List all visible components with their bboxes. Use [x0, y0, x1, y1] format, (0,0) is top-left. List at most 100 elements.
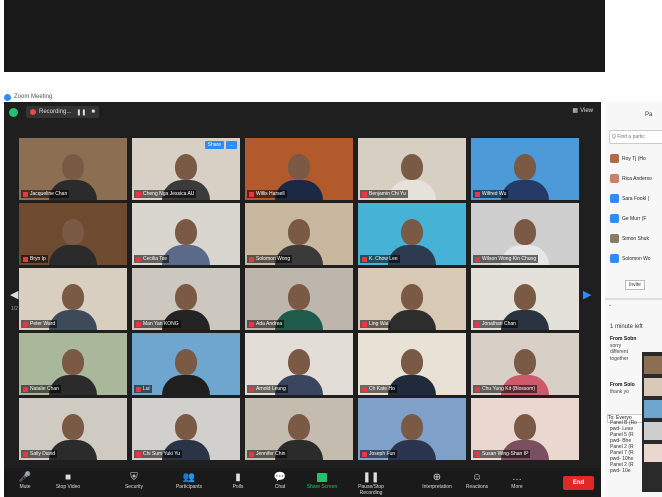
mic-muted-icon	[23, 191, 28, 197]
mic-muted-icon	[23, 321, 28, 327]
toolbar-pause-stop-recordingbutton[interactable]: ❚❚ Pause/Stop Recording	[350, 471, 392, 496]
toolbar-icon-wrap: 💬	[259, 471, 301, 484]
participant-video-tile[interactable]: Cecilia Tse	[132, 203, 240, 265]
participant-video-tile[interactable]: Lui	[132, 333, 240, 395]
participant-video-tile[interactable]: Jonathan Chan	[471, 268, 579, 330]
mic-muted-icon	[23, 451, 28, 457]
participant-video-tile[interactable]: Jennifer Chin	[245, 398, 353, 460]
invite-button[interactable]: Invite	[625, 280, 645, 290]
pause-recording-icon[interactable]: ❚❚	[76, 109, 86, 116]
participant-video-tile[interactable]: Ada Andrea	[245, 268, 353, 330]
end-meeting-button[interactable]: End	[563, 476, 594, 490]
participant-name-label: Jennifer Chin	[247, 450, 288, 458]
toolbar-icon: ❚❚	[362, 472, 380, 483]
participant-list-item[interactable]: Simon Shuk	[610, 232, 662, 245]
tile-share-button[interactable]: Share	[204, 141, 224, 149]
participant-name-label: Willis Harsell	[247, 190, 287, 198]
toolbar-chatbutton[interactable]: 💬 Chat	[259, 471, 301, 490]
chat-sender: From Solo	[610, 382, 635, 388]
toolbar-mutebutton[interactable]: 🎤 Mute	[4, 471, 46, 490]
mic-muted-icon	[362, 451, 367, 457]
toolbar-participantsbutton[interactable]: 👥 Participants	[168, 471, 210, 490]
participant-list-item[interactable]: Ge Murr (F	[610, 212, 662, 225]
participant-video-tile[interactable]: Peter Ward	[19, 268, 127, 330]
next-page-arrow-icon[interactable]: ▶	[583, 288, 591, 301]
panel-divider[interactable]	[605, 298, 662, 300]
participant-name: Wilfred Wu	[482, 191, 507, 197]
toolbar-stop-videobutton[interactable]: ■ Stop Video	[47, 471, 89, 490]
toolbar-icon-wrap: ⊕	[416, 471, 458, 484]
participant-name: Chi Sum Yuki Yu	[143, 451, 181, 457]
participant-name: Solomon Wong	[256, 256, 291, 262]
participant-name: Natalie Chan	[30, 386, 59, 392]
toolbar-icon: 💬	[273, 472, 287, 483]
previous-page-arrow-icon[interactable]: ◀	[10, 288, 18, 301]
participant-name: K. Chow Lee	[369, 256, 398, 262]
participant-video-tile[interactable]: Wilson Wong Kin Chung	[471, 203, 579, 265]
toolbar-interpretationbutton[interactable]: ⊕ Interpretation	[416, 471, 458, 490]
participant-name-label: Susan Wing-Shan IP	[473, 450, 531, 458]
participant-face	[401, 219, 423, 245]
participant-video-tile[interactable]: Ling Wai	[358, 268, 466, 330]
participant-face	[175, 414, 197, 440]
participant-name-label: Chu Yung Kit (Blossom)	[473, 385, 537, 393]
toolbar-icon-wrap: ❚❚	[350, 471, 392, 484]
stop-recording-icon[interactable]: ■	[91, 109, 95, 115]
participant-video-tile[interactable]: Cheng Nga Jessica AU Share…	[132, 138, 240, 200]
participant-list-item[interactable]: Rica Anderso	[610, 172, 662, 185]
participant-video-tile[interactable]: Sally David	[19, 398, 127, 460]
floating-video-preview[interactable]	[642, 352, 662, 492]
participant-list-item[interactable]: Roy Tj (Ho	[610, 152, 662, 165]
participant-face	[401, 284, 423, 310]
participant-video-tile[interactable]: Benjamin Chi Yu	[358, 138, 466, 200]
participant-name-label: Chi Sum Yuki Yu	[134, 450, 183, 458]
tile-more-button[interactable]: …	[226, 141, 237, 149]
toolbar-label: Reactions	[465, 484, 489, 490]
mic-muted-icon	[23, 386, 28, 392]
view-button[interactable]: ▦ View	[572, 107, 593, 115]
mic-muted-icon	[475, 321, 480, 327]
participant-list-item[interactable]: Sara Fookl (	[610, 192, 662, 205]
participant-video-tile[interactable]: Joseph Fun	[358, 398, 466, 460]
toolbar-icon: ■	[64, 472, 72, 483]
participant-video-tile[interactable]: Susan Wing-Shan IP	[471, 398, 579, 460]
participant-video-tile[interactable]: Solomon Wong	[245, 203, 353, 265]
participant-video-tile[interactable]: Man Yan KONG	[132, 268, 240, 330]
participant-video-tile[interactable]: Bryn Ip	[19, 203, 127, 265]
participant-list-item[interactable]: Solomon Wo	[610, 252, 662, 265]
participant-face	[288, 284, 310, 310]
toolbar-icon: ▮	[235, 472, 241, 483]
toolbar-label: Security	[124, 484, 144, 490]
participant-video-tile[interactable]: Ch Kate Ho	[358, 333, 466, 395]
participant-face	[288, 219, 310, 245]
participant-video-tile[interactable]: Natalie Chan	[19, 333, 127, 395]
toolbar-securitybutton[interactable]: ⛨ Security	[113, 471, 155, 490]
toolbar-morebutton[interactable]: … More	[496, 471, 538, 490]
participant-name-label: Bryn Ip	[21, 255, 48, 263]
toolbar-icon-wrap: ■	[47, 471, 89, 484]
participant-list-name: Solomon Wo	[622, 255, 651, 262]
participant-video-tile[interactable]: Chi Sum Yuki Yu	[132, 398, 240, 460]
recording-dot-icon	[30, 109, 36, 115]
participant-name: Man Yan KONG	[143, 321, 179, 327]
participant-video-tile[interactable]: Jacqueline Chan	[19, 138, 127, 200]
participant-name-label: Sally David	[21, 450, 58, 458]
toolbar-pollsbutton[interactable]: ▮ Polls	[217, 471, 259, 490]
participant-name-label: Cheng Nga Jessica AU	[134, 190, 197, 198]
toolbar-label: Share Screen	[306, 484, 338, 490]
toolbar-share-screenbutton[interactable]: Share Screen	[301, 471, 343, 490]
toolbar-reactionsbutton[interactable]: ☺ Reactions	[456, 471, 498, 490]
participant-search-input[interactable]: Q Find a partic	[609, 130, 662, 144]
participant-video-tile[interactable]: Arnold Leung	[245, 333, 353, 395]
preview-tile	[644, 356, 662, 374]
preview-tile	[644, 444, 662, 462]
participant-face	[514, 154, 536, 180]
participant-face	[62, 154, 84, 180]
participant-face	[62, 284, 84, 310]
participant-video-tile[interactable]: Chu Yung Kit (Blossom)	[471, 333, 579, 395]
encryption-shield-icon[interactable]	[9, 107, 18, 117]
participant-video-tile[interactable]: K. Chow Lee	[358, 203, 466, 265]
participant-video-tile[interactable]: Wilfred Wu	[471, 138, 579, 200]
participant-name: Benjamin Chi Yu	[369, 191, 406, 197]
participant-video-tile[interactable]: Willis Harsell	[245, 138, 353, 200]
